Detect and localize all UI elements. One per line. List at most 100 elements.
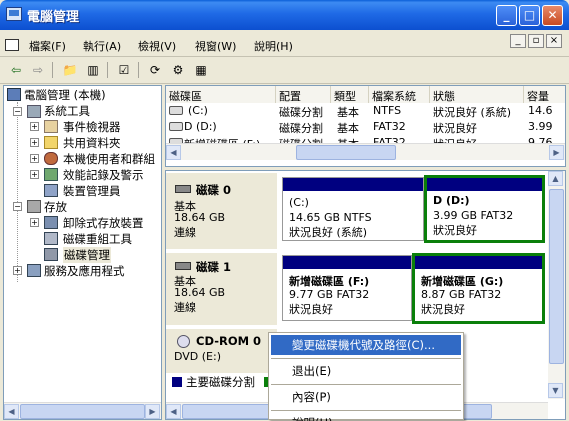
- mdi-restore-button[interactable]: ▫: [528, 34, 544, 48]
- tree-node-removable-storage[interactable]: 卸除式存放裝置: [63, 215, 144, 231]
- console-tree[interactable]: 電腦管理 (本機) − 系統工具 + 事件檢視器 + 共用資料夾 + 本機使用者…: [3, 85, 162, 420]
- volume-name: (C:): [289, 196, 309, 209]
- cd-icon: [177, 335, 190, 348]
- scrollbar-thumb[interactable]: [296, 145, 396, 160]
- cell-filesystem: NTFS: [373, 104, 402, 117]
- menu-help[interactable]: 說明(H): [254, 38, 293, 54]
- maximize-button[interactable]: □: [519, 5, 540, 26]
- volume-f[interactable]: 新增磁碟區 (F:) 9.77 GB FAT32 狀況良好: [282, 255, 412, 321]
- menu-action[interactable]: 執行(A): [83, 38, 121, 54]
- volume-g[interactable]: 新增磁碟區 (G:) 8.87 GB FAT32 狀況良好: [412, 253, 545, 324]
- menu-item-change-drive-letter[interactable]: 變更磁碟機代號及路徑(C)...: [271, 335, 461, 355]
- tree-node-services-applications[interactable]: 服務及應用程式: [44, 263, 125, 279]
- disk-icon: [175, 262, 191, 270]
- scrollbar-thumb[interactable]: [20, 404, 145, 419]
- scroll-right-icon[interactable]: ▶: [145, 404, 160, 419]
- tree-node-local-users-groups[interactable]: 本機使用者和群組: [63, 151, 155, 167]
- tree-node-disk-management[interactable]: 磁碟管理: [63, 247, 111, 263]
- settings-icon[interactable]: ⚙: [169, 61, 187, 79]
- toolbar-separator: [107, 62, 108, 78]
- scroll-right-icon[interactable]: ▶: [549, 145, 564, 160]
- close-button[interactable]: ✕: [542, 5, 563, 26]
- users-icon: [44, 152, 58, 165]
- volume-name: 新增磁碟區 (G:): [421, 275, 504, 288]
- volume-detail: 3.99 GB FAT32: [433, 209, 514, 222]
- scrollbar-thumb[interactable]: [549, 189, 564, 364]
- expand-icon[interactable]: +: [30, 154, 39, 163]
- disk-1-label[interactable]: 磁碟 1 基本 18.64 GB 連線: [166, 253, 278, 325]
- collapse-icon[interactable]: −: [13, 107, 22, 116]
- column-header-status[interactable]: 狀態: [430, 86, 524, 103]
- tree-node-system-tools[interactable]: 系統工具: [44, 103, 90, 119]
- tree-node-event-viewer[interactable]: 事件檢視器: [63, 119, 121, 135]
- partition-bar: [427, 178, 542, 191]
- help-icon[interactable]: ▦: [192, 61, 210, 79]
- cell-capacity: 3.99: [528, 120, 553, 133]
- tree-node-computer-management[interactable]: 電腦管理 (本機): [24, 87, 106, 103]
- volume-detail: 8.87 GB FAT32: [421, 288, 502, 301]
- expand-icon[interactable]: +: [13, 266, 22, 275]
- toolbar: ⇦ ⇨ 📁 ▥ ☑ ⟳ ⚙ ▦: [0, 57, 569, 84]
- column-header-capacity[interactable]: 容量: [524, 86, 565, 103]
- list-horizontal-scrollbar[interactable]: ◀ ▶: [166, 143, 565, 160]
- disk-icon: [175, 185, 191, 193]
- expand-icon[interactable]: +: [30, 170, 39, 179]
- tree-node-disk-defragmenter[interactable]: 磁碟重組工具: [63, 231, 132, 247]
- column-header-type[interactable]: 類型: [331, 86, 369, 103]
- volume-c[interactable]: (C:) 14.65 GB NTFS 狀況良好 (系統): [282, 177, 424, 241]
- tree-horizontal-scrollbar[interactable]: ◀ ▶: [4, 402, 161, 419]
- forward-arrow-icon[interactable]: ⇨: [29, 61, 47, 79]
- tree-node-device-manager[interactable]: 裝置管理員: [63, 183, 121, 199]
- scroll-down-icon[interactable]: ▼: [548, 383, 563, 398]
- disk-name: 磁碟 1: [196, 260, 232, 274]
- performance-icon: [44, 168, 58, 181]
- tree-node-storage[interactable]: 存放: [44, 199, 67, 215]
- column-header-filesystem[interactable]: 檔案系統: [369, 86, 430, 103]
- disk-0-label[interactable]: 磁碟 0 基本 18.64 GB 連線: [166, 173, 278, 249]
- minimize-button[interactable]: _: [496, 5, 517, 26]
- disk-size: 18.64 GB: [174, 286, 226, 299]
- disk-state: 連線: [174, 226, 196, 239]
- cell-type: 基本: [337, 122, 359, 135]
- show-hide-tree-icon[interactable]: ▥: [84, 61, 102, 79]
- volume-status: 狀況良好: [289, 303, 333, 316]
- volume-status: 狀況良好: [433, 224, 477, 237]
- partition-bar: [283, 178, 423, 191]
- cell-layout: 磁碟分割: [279, 122, 323, 135]
- back-arrow-icon[interactable]: ⇦: [7, 61, 25, 79]
- menu-view[interactable]: 檢視(V): [138, 38, 176, 54]
- tree-node-shared-folders[interactable]: 共用資料夾: [63, 135, 121, 151]
- title-bar[interactable]: 電腦管理 _ □ ✕: [0, 0, 569, 30]
- mdi-minimize-button[interactable]: _: [510, 34, 526, 48]
- tree-node-performance-logs[interactable]: 效能記錄及警示: [63, 167, 144, 183]
- scroll-left-icon[interactable]: ◀: [166, 145, 181, 160]
- device-manager-icon: [44, 184, 58, 197]
- expand-icon[interactable]: +: [30, 122, 39, 131]
- volume-list[interactable]: 磁碟區 配置 類型 檔案系統 狀態 容量 (C:) 磁碟分割 基本 NTFS 狀…: [165, 85, 566, 167]
- disks-vertical-scrollbar[interactable]: ▲ ▼: [548, 171, 565, 399]
- scroll-left-icon[interactable]: ◀: [4, 404, 19, 419]
- cell-type: 基本: [337, 106, 359, 119]
- menu-file[interactable]: 檔案(F): [29, 38, 66, 54]
- properties-icon[interactable]: ☑: [115, 61, 133, 79]
- expand-icon[interactable]: +: [30, 138, 39, 147]
- volume-d[interactable]: D (D:) 3.99 GB FAT32 狀況良好: [424, 175, 545, 243]
- scroll-left-icon[interactable]: ◀: [166, 404, 181, 419]
- cdrom-0-label[interactable]: CD-ROM 0 DVD (E:): [166, 329, 278, 373]
- mdi-close-button[interactable]: ×: [546, 34, 562, 48]
- up-folder-icon[interactable]: 📁: [61, 61, 79, 79]
- menu-item-eject[interactable]: 退出(E): [271, 361, 461, 381]
- scroll-up-icon[interactable]: ▲: [548, 171, 563, 186]
- refresh-icon[interactable]: ⟳: [146, 61, 164, 79]
- menu-window[interactable]: 視窗(W): [195, 38, 236, 54]
- collapse-icon[interactable]: −: [13, 202, 22, 211]
- column-header-layout[interactable]: 配置: [276, 86, 331, 103]
- expand-icon[interactable]: +: [30, 218, 39, 227]
- menu-separator: [271, 410, 461, 411]
- volume-status: 狀況良好: [421, 303, 465, 316]
- menu-item-properties[interactable]: 內容(P): [271, 387, 461, 407]
- volume-detail: 9.77 GB FAT32: [289, 288, 370, 301]
- mdi-window-icon[interactable]: [5, 39, 19, 51]
- column-header-volume[interactable]: 磁碟區: [166, 86, 276, 103]
- cell-type: 基本: [337, 135, 369, 143]
